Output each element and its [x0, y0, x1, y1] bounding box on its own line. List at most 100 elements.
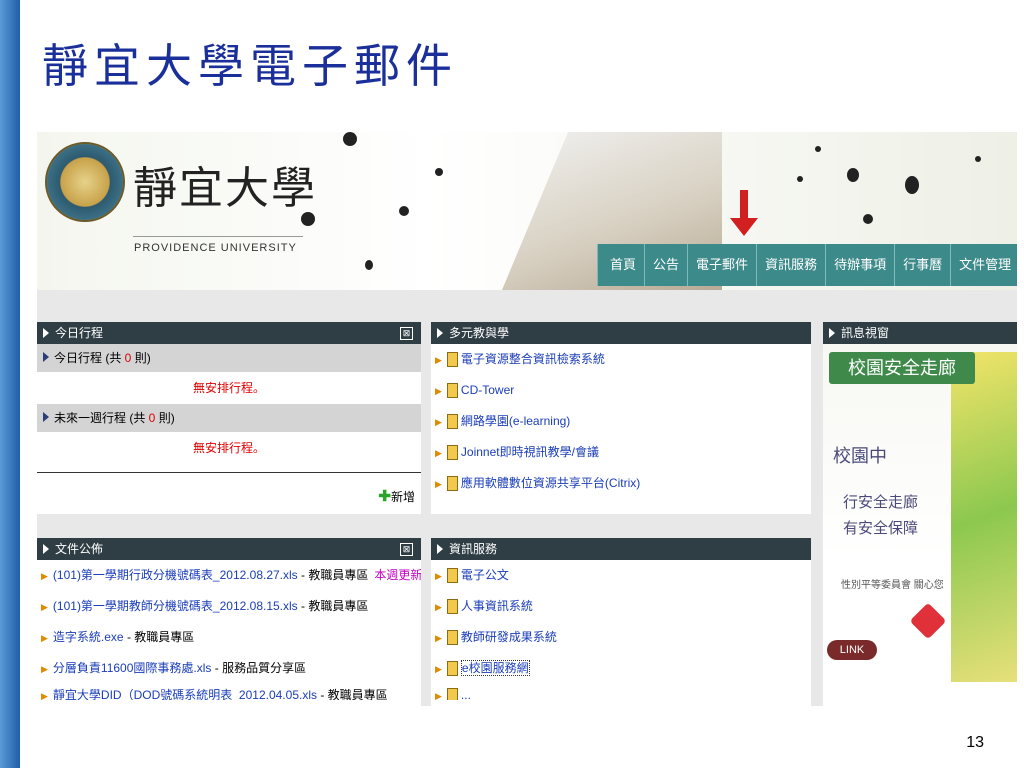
bullet-icon: ▶	[435, 691, 442, 700]
list-item[interactable]: ▶ 教師研發成果系統	[431, 622, 811, 653]
decor-dot	[343, 132, 357, 146]
doc-link[interactable]: (101)第一學期行政分機號碼表_2012.08.27.xls	[53, 568, 298, 582]
bullet-icon: ▶	[435, 448, 442, 458]
doc-link[interactable]: (101)第一學期教師分機號碼表_2012.08.15.xls	[53, 599, 298, 613]
close-icon[interactable]: ⊠	[400, 326, 413, 340]
today-count-row[interactable]: 今日行程 (共 0 則)	[37, 344, 421, 372]
slogan-line: 有安全保障	[843, 520, 919, 537]
red-arrow-indicator	[730, 190, 758, 236]
list-item[interactable]: ▶ 人事資訊系統	[431, 591, 811, 622]
decor-dot	[435, 168, 443, 176]
multi-teaching-panel: 多元教與學 ▶ 電子資源整合資訊檢索系統 ▶ CD-Tower ▶ 網路學園(e-le…	[431, 322, 811, 514]
slide-title: 靜宜大學電子郵件	[42, 39, 458, 93]
plus-icon: ✚	[378, 488, 391, 505]
item-link[interactable]: 應用軟體數位資源共享平台(Citrix)	[461, 476, 640, 490]
panel-header: 訊息視窗	[823, 322, 1017, 344]
bullet-icon: ▶	[41, 664, 48, 674]
panel-title: 資訊服務	[449, 542, 498, 556]
doc-category: - 教職員專區	[297, 568, 369, 582]
list-item[interactable]: ▶...	[431, 684, 811, 700]
item-link[interactable]: 教師研發成果系統	[461, 630, 557, 644]
panel-header: 文件公佈 ⊠	[37, 538, 421, 560]
item-link[interactable]: 電子資源整合資訊檢索系統	[461, 352, 605, 366]
logo-english-name: PROVIDENCE UNIVERSITY	[134, 242, 297, 254]
info-window-panel: 訊息視窗 校園安全走廊 校園中 行安全走廊 有安全保障 性別平等委員會 關心您 …	[823, 322, 1017, 706]
expand-triangle-icon	[43, 352, 49, 362]
updated-tag: 本週更新	[374, 568, 421, 582]
decor-dot	[847, 168, 859, 182]
doc-category: - 服務品質分享區	[211, 661, 307, 675]
slogan-line: 行安全走廊	[843, 494, 919, 511]
list-item[interactable]: ▶ 電子公文	[431, 560, 811, 591]
safety-slogan: 行安全走廊 有安全保障	[843, 490, 918, 542]
week-count-row[interactable]: 未來一週行程 (共 0 則)	[37, 404, 421, 432]
decor-dot	[815, 146, 821, 152]
folder-icon	[446, 352, 458, 368]
item-link[interactable]: CD-Tower	[461, 383, 514, 397]
count-label: 今日行程 (共	[54, 351, 125, 365]
nav-announcements[interactable]: 公告	[644, 244, 688, 286]
main-nav: 首頁 公告 電子郵件 資訊服務 待辦事項 行事曆 文件管理	[597, 244, 1017, 286]
list-item[interactable]: ▶ Joinnet即時視訊教學/會議	[431, 437, 811, 468]
nav-email[interactable]: 電子郵件	[687, 244, 757, 286]
list-item[interactable]: ▶ 應用軟體數位資源共享平台(Citrix)	[431, 468, 811, 499]
doc-link[interactable]: 分層負責11600國際事務處.xls	[53, 661, 211, 675]
folder-icon	[446, 599, 458, 615]
link-button[interactable]: LINK	[827, 640, 877, 660]
list-item[interactable]: ▶ 分層負責11600國際事務處.xls - 服務品質分享區	[37, 653, 421, 684]
bullet-icon: ▶	[435, 386, 442, 396]
portal-banner: 靜宜大學 PROVIDENCE UNIVERSITY 首頁 公告 電子郵件 資訊…	[37, 132, 1017, 290]
folder-icon	[446, 688, 458, 700]
panel-title: 今日行程	[55, 326, 104, 340]
item-link[interactable]: e校園服務網	[460, 660, 530, 676]
expand-triangle-icon	[437, 328, 443, 338]
expand-triangle-icon	[437, 544, 443, 554]
folder-icon	[446, 661, 458, 677]
count-suffix: 則)	[155, 411, 175, 425]
nav-home[interactable]: 首頁	[597, 244, 645, 286]
bullet-icon: ▶	[435, 417, 442, 427]
item-link[interactable]: ...	[461, 688, 471, 700]
add-label: 新增	[390, 490, 415, 504]
item-link[interactable]: 人事資訊系統	[461, 599, 533, 613]
nav-todo[interactable]: 待辦事項	[825, 244, 895, 286]
bullet-icon: ▶	[435, 355, 442, 365]
item-link[interactable]: 電子公文	[461, 568, 509, 582]
item-link[interactable]: 網路學園(e-learning)	[461, 414, 570, 428]
campus-label: 校園中	[833, 446, 887, 466]
today-schedule-panel: 今日行程 ⊠ 今日行程 (共 0 則) 無安排行程。 未來一週行程 (共 0 則…	[37, 322, 421, 514]
list-item[interactable]: ▶ 靜宜大學DID（DOD號碼系統明表_2012.04.05.xls - 教職員專…	[37, 684, 421, 700]
bullet-icon: ▶	[41, 571, 48, 581]
item-link[interactable]: Joinnet即時視訊教學/會議	[461, 445, 599, 459]
divider	[37, 472, 421, 473]
expand-triangle-icon	[43, 412, 49, 422]
info-services-panel: 資訊服務 ▶ 電子公文 ▶ 人事資訊系統 ▶ 教師研發成果系統 ▶ e校園服務網 ▶..…	[431, 538, 811, 706]
close-icon[interactable]: ⊠	[400, 542, 413, 556]
doc-link[interactable]: 造字系統.exe	[53, 630, 124, 644]
bullet-icon: ▶	[435, 633, 442, 643]
nav-documents[interactable]: 文件管理	[950, 244, 1017, 286]
decor-dot	[365, 260, 373, 270]
nav-info-services[interactable]: 資訊服務	[756, 244, 826, 286]
panel-header: 今日行程 ⊠	[37, 322, 421, 344]
nav-calendar[interactable]: 行事曆	[894, 244, 951, 286]
list-item[interactable]: ▶ (101)第一學期行政分機號碼表_2012.08.27.xls - 教職員專區…	[37, 560, 421, 591]
decor-dot	[797, 176, 803, 182]
panel-header: 多元教與學	[431, 322, 811, 344]
expand-triangle-icon	[43, 544, 49, 554]
folder-icon	[446, 445, 458, 461]
list-item[interactable]: ▶ 電子資源整合資訊檢索系統	[431, 344, 811, 375]
list-item[interactable]: ▶ (101)第一學期教師分機號碼表_2012.08.15.xls - 教職員專區	[37, 591, 421, 622]
list-item[interactable]: ▶ 造字系統.exe - 教職員專區	[37, 622, 421, 653]
list-item[interactable]: ▶ e校園服務網	[431, 653, 811, 684]
list-item[interactable]: ▶ 網路學園(e-learning)	[431, 406, 811, 437]
doc-category: - 教職員專區	[297, 599, 369, 613]
doc-link[interactable]: 靜宜大學DID（DOD號碼系統明表_2012.04.05.xls	[53, 688, 317, 700]
list-item[interactable]: ▶ CD-Tower	[431, 375, 811, 406]
folder-icon	[446, 383, 458, 399]
add-button[interactable]: ✚新增	[378, 487, 415, 505]
campus-safety-banner[interactable]: 校園安全走廊 校園中 行安全走廊 有安全保障 性別平等委員會 關心您 LINK	[823, 344, 1017, 704]
folder-icon	[446, 630, 458, 646]
doc-category: - 教職員專區	[123, 630, 195, 644]
expand-triangle-icon	[43, 328, 49, 338]
